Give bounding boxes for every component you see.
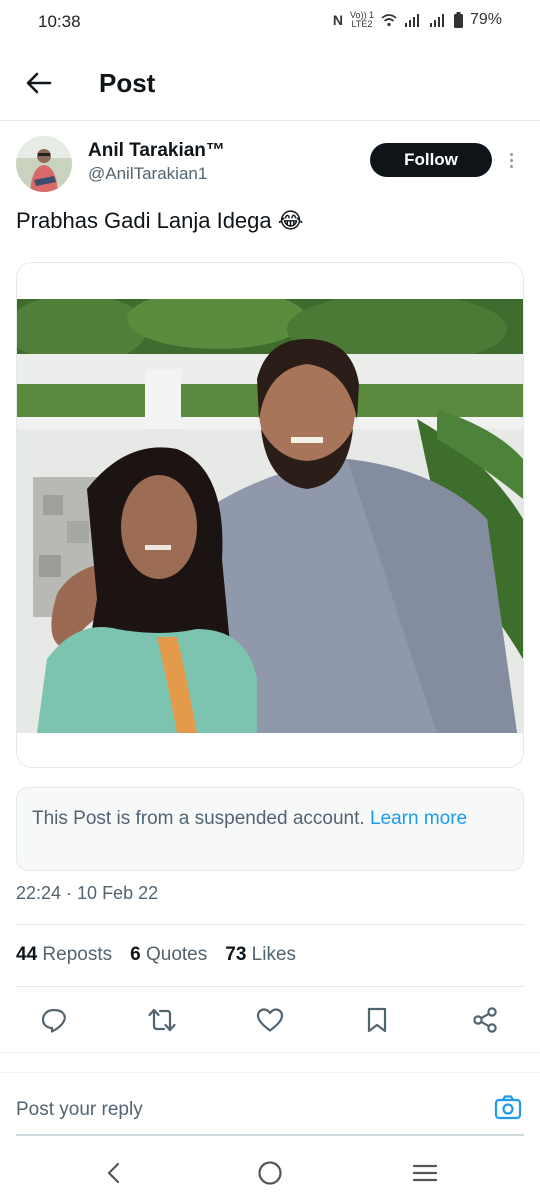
battery-percent: 79% — [469, 11, 502, 28]
nfc-icon: N — [332, 12, 343, 28]
share-icon — [473, 1007, 497, 1033]
bookmark-button[interactable] — [357, 1000, 397, 1040]
action-bar — [0, 1000, 540, 1040]
avatar[interactable] — [16, 136, 72, 192]
status-bar: 10:38 N Vo)) 1 LTE2 79% — [0, 0, 540, 44]
repost-button[interactable] — [142, 1000, 182, 1040]
header-divider — [0, 120, 540, 121]
divider — [16, 924, 524, 925]
follow-button[interactable]: Follow — [370, 143, 492, 177]
media-card[interactable] — [16, 262, 524, 768]
post-photo[interactable] — [17, 299, 523, 733]
notice-text: This Post is from a suspended account. — [32, 808, 370, 829]
like-icon — [256, 1008, 284, 1032]
author-name[interactable]: Anil Tarakian™ — [88, 140, 225, 162]
bookmark-icon — [367, 1007, 387, 1033]
learn-more-link[interactable]: Learn more — [370, 808, 467, 829]
author-row: Anil Tarakian™ @AnilTarakian1 Follow — [16, 136, 524, 196]
likes-count: 73 — [225, 944, 247, 965]
quotes-stat[interactable]: 6 Quotes — [130, 944, 207, 966]
menu-lines-icon — [412, 1164, 438, 1182]
more-options-icon[interactable] — [503, 148, 519, 172]
suspended-notice: This Post is from a suspended account. L… — [16, 787, 524, 871]
page-title: Post — [99, 68, 156, 98]
status-icons: N Vo)) 1 LTE2 79% — [333, 11, 502, 29]
likes-label: Likes — [251, 944, 297, 965]
reply-underline — [16, 1134, 524, 1136]
arrow-left-icon — [26, 72, 52, 94]
wifi-icon — [381, 14, 397, 27]
network-indicator: Vo)) 1 LTE2 — [350, 11, 374, 29]
chevron-left-icon — [107, 1162, 120, 1184]
like-button[interactable] — [250, 1000, 290, 1040]
reposts-count: 44 — [16, 944, 38, 965]
camera-icon — [494, 1095, 522, 1120]
divider — [16, 986, 524, 987]
camera-button[interactable] — [494, 1093, 522, 1121]
reposts-label: Reposts — [42, 944, 113, 965]
reply-composer[interactable]: Post your reply — [0, 1072, 540, 1134]
network-bottom-label: LTE2 — [351, 19, 373, 29]
battery-icon — [453, 12, 463, 28]
signal-icon — [404, 14, 419, 27]
quotes-label: Quotes — [145, 944, 208, 965]
back-button[interactable] — [22, 66, 56, 100]
post-stats: 44 Reposts 6 Quotes 73 Likes — [16, 944, 296, 966]
section-divider — [0, 1052, 540, 1072]
author-handle[interactable]: @AnilTarakian1 — [88, 164, 207, 184]
reply-button[interactable] — [34, 1000, 74, 1040]
signal-icon — [429, 14, 444, 27]
post-header: Post — [0, 52, 540, 118]
share-button[interactable] — [465, 1000, 505, 1040]
reply-icon — [41, 1008, 66, 1033]
status-time: 10:38 — [38, 12, 81, 31]
repost-icon — [148, 1008, 176, 1032]
nav-recents-button[interactable] — [409, 1157, 441, 1189]
home-circle-icon — [258, 1161, 282, 1185]
quotes-count: 6 — [130, 944, 141, 965]
system-nav-bar — [0, 1145, 540, 1200]
reply-input[interactable]: Post your reply — [16, 1099, 143, 1121]
nav-back-button[interactable] — [98, 1157, 130, 1189]
reposts-stat[interactable]: 44 Reposts — [16, 944, 112, 966]
nav-home-button[interactable] — [254, 1157, 286, 1189]
likes-stat[interactable]: 73 Likes — [225, 944, 296, 966]
post-text: Prabhas Gadi Lanja Idega 😂 — [16, 208, 304, 233]
post-timestamp[interactable]: 22:24 · 10 Feb 22 — [16, 883, 158, 904]
